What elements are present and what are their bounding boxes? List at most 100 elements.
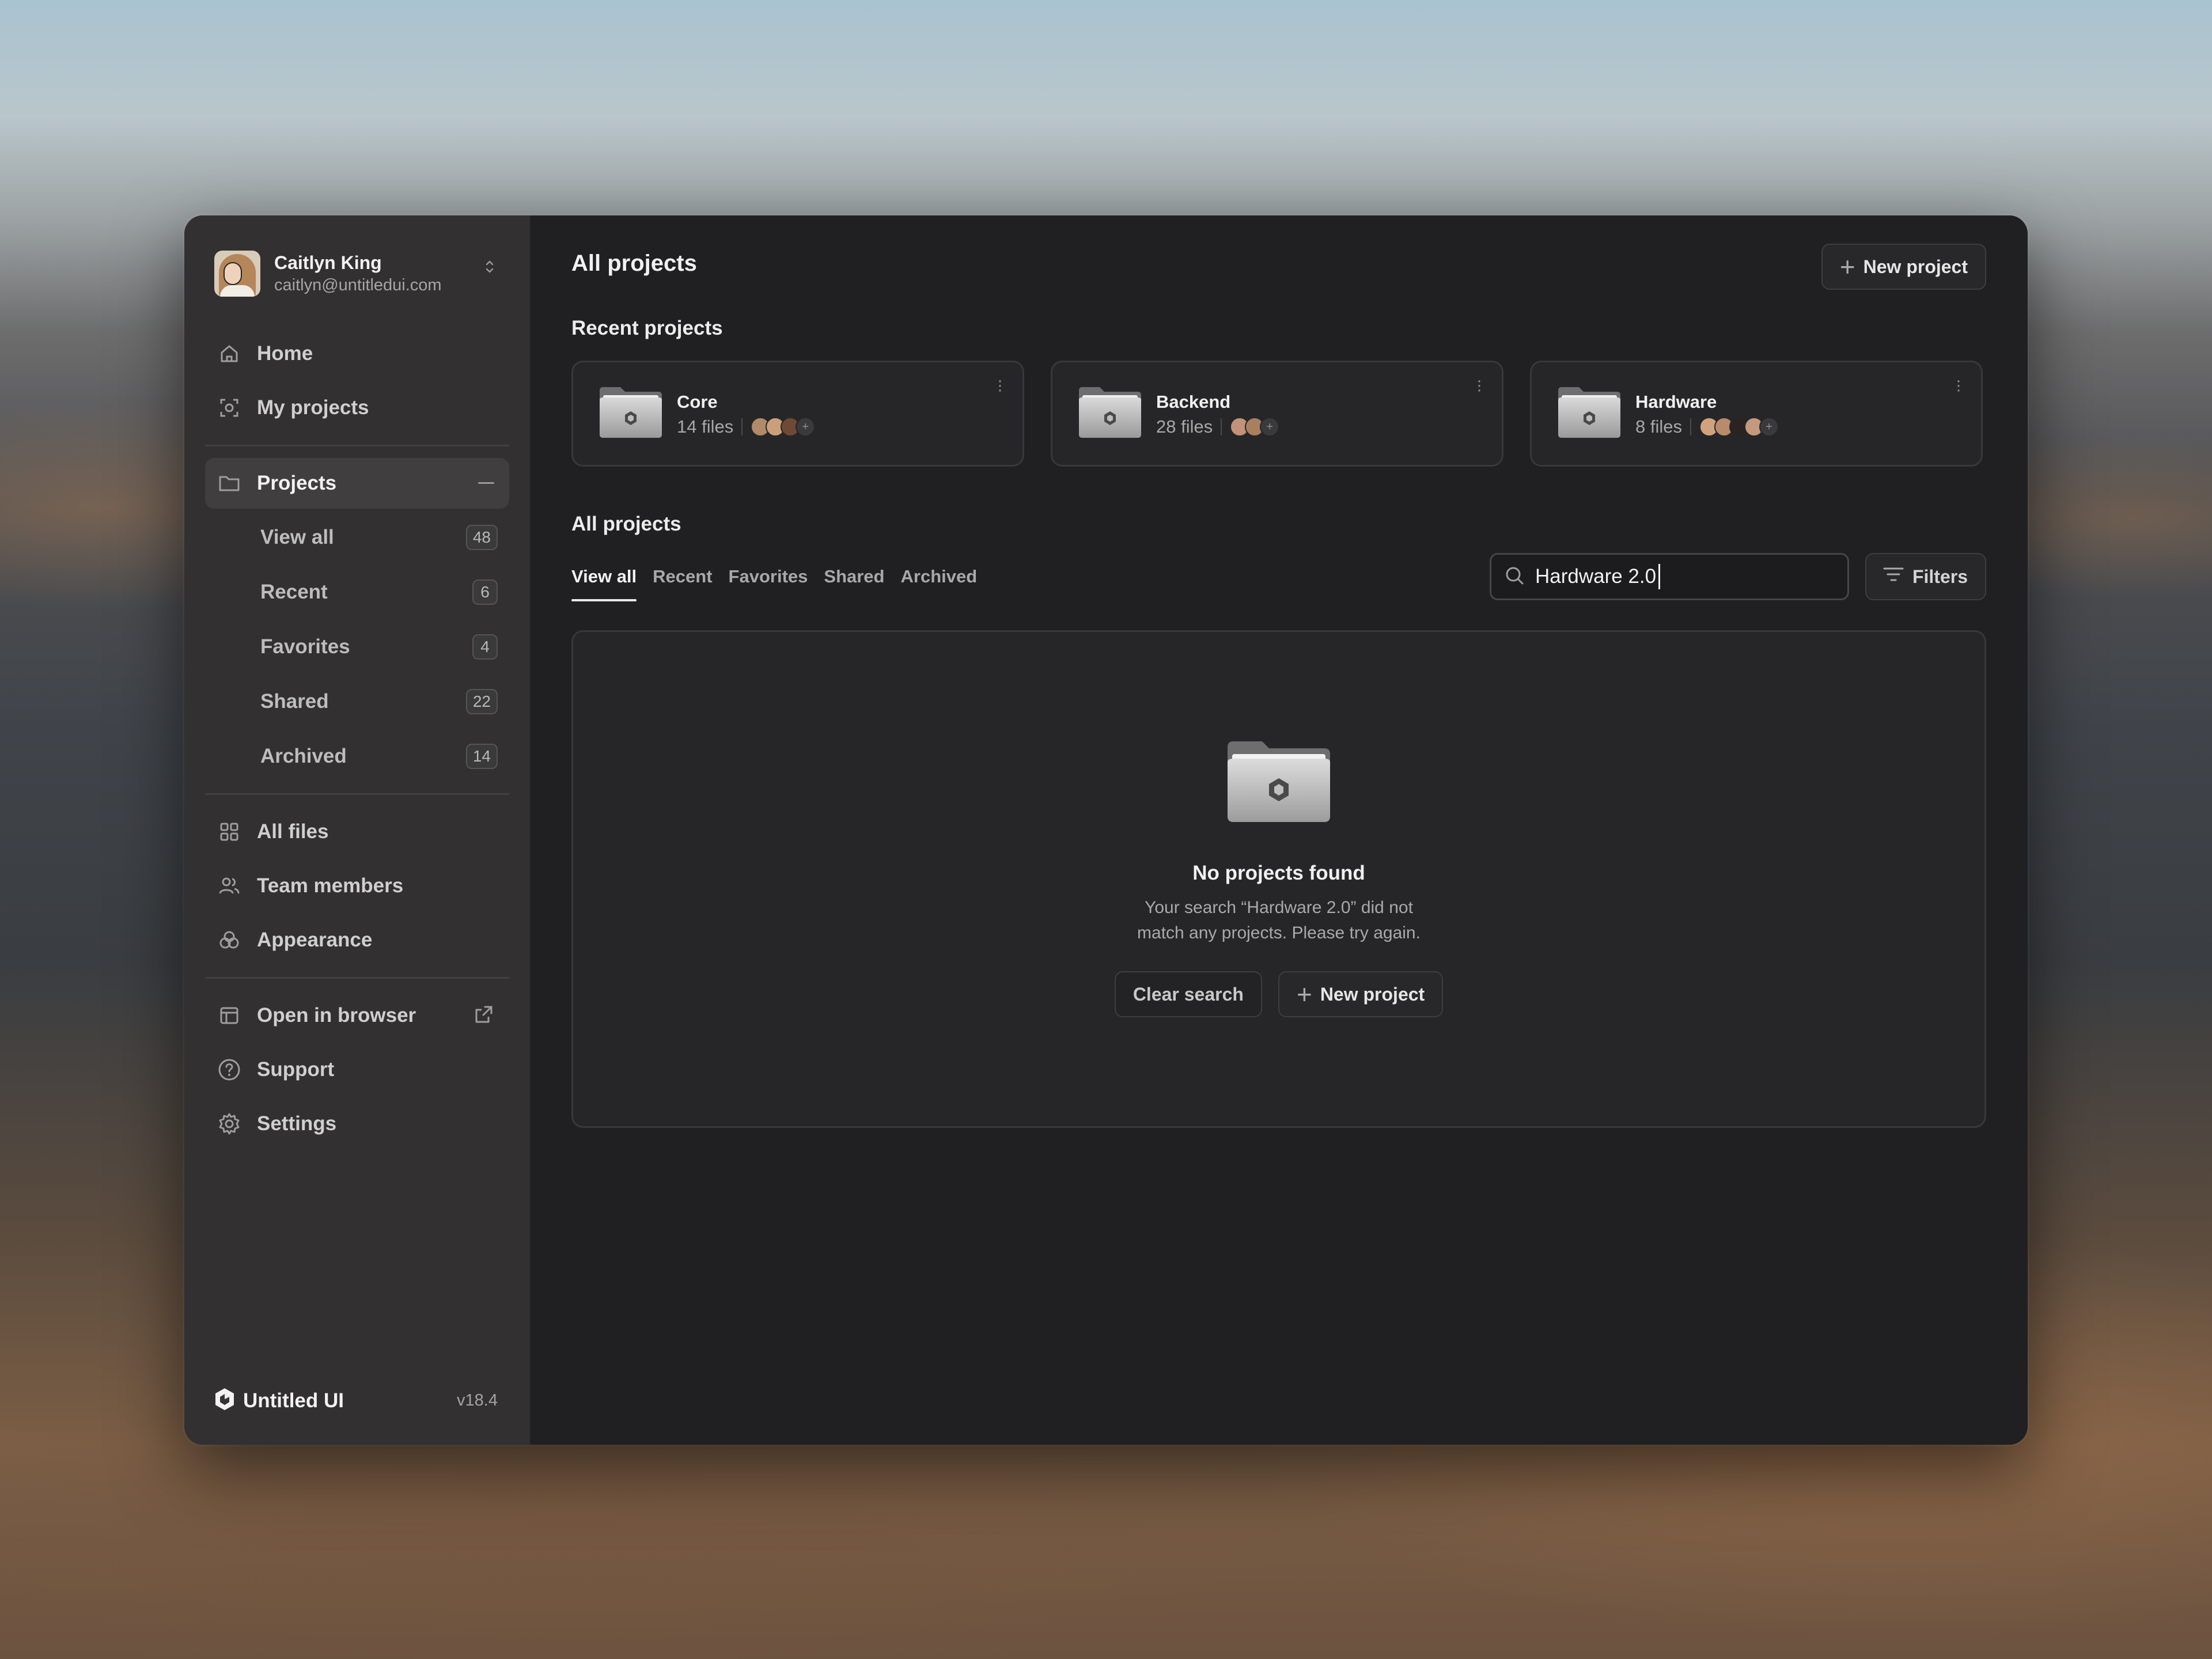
sidebar-item-team-members[interactable]: Team members: [205, 861, 509, 911]
filters-button[interactable]: Filters: [1865, 553, 1986, 600]
add-member-icon[interactable]: +: [1260, 417, 1280, 437]
sidebar-item-home[interactable]: Home: [205, 328, 509, 379]
new-project-button[interactable]: + New project: [1821, 244, 1986, 290]
new-project-button[interactable]: + New project: [1278, 971, 1444, 1017]
count-badge: 14: [465, 744, 498, 769]
sidebar-subitem-archived[interactable]: Archived 14: [205, 731, 509, 782]
count-badge: 48: [465, 525, 498, 550]
project-card-core[interactable]: Core 14 files + · · ·: [571, 361, 1024, 467]
avatar-group: +: [1230, 417, 1280, 437]
home-icon: [217, 341, 242, 366]
recent-projects-title: Recent projects: [571, 317, 723, 339]
file-count: 14 files: [677, 416, 734, 437]
project-name: Core: [677, 392, 718, 412]
brand-logo[interactable]: Untitled UI: [213, 1387, 344, 1415]
tab-archived[interactable]: Archived: [901, 552, 978, 601]
more-vertical-icon[interactable]: · · ·: [997, 372, 1003, 399]
sidebar-subitem-label: Archived: [260, 745, 347, 767]
folder-icon: [597, 385, 664, 443]
sidebar-item-label: Home: [257, 342, 313, 365]
sidebar-subitem-label: View all: [260, 526, 334, 548]
sidebar-subitem-favorites[interactable]: Favorites 4: [205, 622, 509, 672]
empty-title: No projects found: [1192, 862, 1365, 884]
browser-icon: [217, 1003, 242, 1028]
project-card-hardware[interactable]: Hardware 8 files + · · ·: [1530, 361, 1983, 467]
sidebar-subitem-shared[interactable]: Shared 22: [205, 676, 509, 727]
folder-icon: [1224, 738, 1334, 828]
help-icon: [217, 1057, 242, 1082]
empty-actions: Clear search + New project: [1114, 971, 1444, 1017]
sidebar-item-label: My projects: [257, 396, 369, 419]
tab-favorites[interactable]: Favorites: [729, 552, 808, 601]
count-badge: 22: [465, 689, 498, 714]
collapse-icon[interactable]: [478, 482, 494, 484]
text-caret: [1658, 564, 1661, 589]
sidebar-item-support[interactable]: Support: [205, 1044, 509, 1095]
button-label: New project: [1863, 256, 1968, 277]
palette-icon: [217, 927, 242, 953]
header: All projects + New project: [571, 215, 1986, 323]
sidebar-item-label: Projects: [257, 472, 337, 494]
external-link-icon: [472, 1003, 495, 1029]
sidebar-item-label: Support: [257, 1058, 335, 1081]
sidebar-item-my-projects[interactable]: My projects: [205, 382, 509, 433]
add-member-icon[interactable]: +: [796, 417, 816, 437]
empty-description-line: match any projects. Please try again.: [1137, 923, 1421, 942]
sidebar-subitem-recent[interactable]: Recent 6: [205, 567, 509, 618]
tab-recent[interactable]: Recent: [653, 552, 712, 601]
sidebar-item-all-files[interactable]: All files: [205, 806, 509, 857]
app-window: Caitlyn King caitlyn@untitledui.com Home…: [184, 215, 2028, 1445]
divider: [205, 793, 509, 795]
sidebar-subitem-label: Recent: [260, 581, 328, 603]
project-name: Backend: [1156, 392, 1231, 412]
grid-icon: [217, 819, 242, 844]
sidebar-item-label: All files: [257, 820, 329, 843]
button-label: New project: [1320, 983, 1425, 1005]
sidebar-subitem-label: Favorites: [260, 635, 350, 658]
tab-shared[interactable]: Shared: [824, 552, 884, 601]
more-vertical-icon[interactable]: · · ·: [1476, 372, 1482, 399]
folder-icon: [217, 471, 242, 496]
count-badge: 4: [472, 634, 498, 660]
search-input[interactable]: Hardware 2.0: [1489, 553, 1849, 600]
sidebar: Caitlyn King caitlyn@untitledui.com Home…: [184, 215, 530, 1445]
tab-view-all[interactable]: View all: [571, 552, 637, 601]
users-icon: [217, 873, 242, 899]
untitled-ui-logo-icon: [213, 1387, 236, 1415]
user-switcher[interactable]: Caitlyn King caitlyn@untitledui.com: [205, 248, 509, 300]
divider: [205, 977, 509, 979]
user-name: Caitlyn King: [274, 252, 382, 273]
sidebar-item-label: Open in browser: [257, 1004, 416, 1027]
search-value: Hardware 2.0: [1535, 565, 1657, 588]
sidebar-item-open-in-browser[interactable]: Open in browser: [205, 990, 509, 1041]
search-icon: [1503, 564, 1526, 590]
divider: [205, 445, 509, 446]
chevron-selector-icon[interactable]: [484, 259, 495, 274]
folder-icon: [1077, 385, 1143, 443]
avatar: [214, 251, 260, 297]
sidebar-item-label: Appearance: [257, 929, 373, 951]
search-tools: Hardware 2.0 Filters: [1489, 553, 1986, 600]
plus-icon: +: [1296, 979, 1312, 1009]
main-content: All projects + New project Recent projec…: [530, 215, 2028, 1445]
project-card-backend[interactable]: Backend 28 files + · · ·: [1051, 361, 1503, 467]
sidebar-item-label: Team members: [257, 874, 404, 897]
empty-description: Your search “Hardware 2.0” did not match…: [1118, 895, 1440, 946]
empty-state: No projects found Your search “Hardware …: [571, 630, 1986, 1128]
sidebar-item-settings[interactable]: Settings: [205, 1099, 509, 1149]
clear-search-button[interactable]: Clear search: [1114, 971, 1262, 1017]
version-label: v18.4: [457, 1391, 498, 1410]
avatar-group: +: [1699, 417, 1779, 437]
user-email: caitlyn@untitledui.com: [274, 276, 442, 294]
sidebar-subitem-view-all[interactable]: View all 48: [205, 512, 509, 563]
more-vertical-icon[interactable]: · · ·: [1956, 372, 1961, 399]
tabs-toolbar: View all Recent Favorites Shared Archive…: [571, 552, 1986, 601]
empty-description-line: Your search “Hardware 2.0” did not: [1145, 898, 1413, 917]
add-member-icon[interactable]: +: [1759, 417, 1779, 437]
brand-name: Untitled UI: [243, 1389, 344, 1412]
button-label: Filters: [1912, 566, 1968, 587]
sidebar-item-projects[interactable]: Projects: [205, 458, 509, 509]
sidebar-item-appearance[interactable]: Appearance: [205, 915, 509, 965]
scan-icon: [217, 395, 242, 421]
count-badge: 6: [472, 579, 498, 605]
